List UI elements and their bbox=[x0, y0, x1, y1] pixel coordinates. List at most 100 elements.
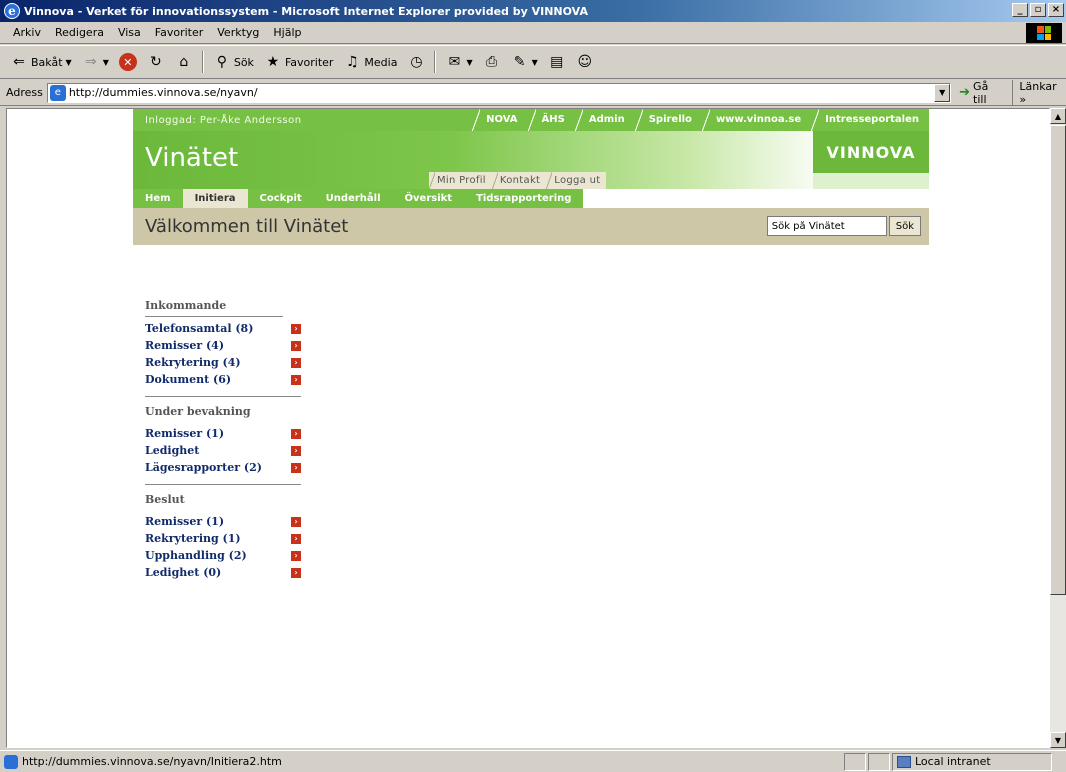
group-heading: Beslut bbox=[145, 493, 185, 506]
scroll-up-icon[interactable]: ▲ bbox=[1050, 108, 1066, 124]
refresh-button[interactable]: ↻ bbox=[143, 51, 169, 73]
status-cell bbox=[844, 752, 866, 771]
list-item[interactable]: Ledighet › bbox=[145, 442, 301, 459]
address-label: Adress bbox=[6, 86, 43, 99]
edit-icon: ✎ bbox=[513, 54, 526, 70]
browser-viewport: Inloggad: Per-Åke Andersson NOVA ÄHS Adm… bbox=[6, 108, 1050, 748]
top-link-spirello[interactable]: Spirello bbox=[634, 109, 702, 131]
arrow-right-icon[interactable]: › bbox=[291, 374, 301, 385]
address-dropdown-icon[interactable]: ▼ bbox=[934, 83, 951, 102]
mail-button[interactable]: ✉ ▼ bbox=[441, 51, 476, 73]
list-item[interactable]: Ledighet (0) › bbox=[145, 564, 301, 581]
nav-cockpit[interactable]: Cockpit bbox=[248, 189, 314, 208]
dropdown-icon: ▼ bbox=[102, 57, 109, 67]
top-link-admin[interactable]: Admin bbox=[574, 109, 635, 131]
menu-redigera[interactable]: Redigera bbox=[48, 26, 111, 39]
back-arrow-icon: ⇐ bbox=[13, 54, 25, 70]
arrow-right-icon[interactable]: › bbox=[291, 357, 301, 368]
site-search: Sök bbox=[766, 216, 921, 236]
dropdown-icon: ▼ bbox=[65, 57, 72, 67]
window-title: Vinnova - Verket för innovationssystem -… bbox=[24, 4, 588, 18]
top-links: NOVA ÄHS Admin Spirello www.vinnoa.se In… bbox=[472, 109, 929, 131]
print-button[interactable]: ⎙ bbox=[479, 51, 505, 73]
page-title: Välkommen till Vinätet bbox=[145, 216, 349, 237]
nav-underhall[interactable]: Underhåll bbox=[314, 189, 393, 208]
list-item[interactable]: Rekrytering (4) › bbox=[145, 354, 301, 371]
search-input[interactable] bbox=[766, 216, 887, 236]
messenger-button[interactable]: ☺ bbox=[572, 51, 598, 73]
main-nav: Hem Initiera Cockpit Underhåll Översikt … bbox=[133, 189, 929, 208]
address-url: http://dummies.vinnova.se/nyavn/ bbox=[68, 86, 258, 99]
vinnova-logo[interactable]: VINNOVA bbox=[813, 131, 929, 173]
back-button[interactable]: ⇐ Bakåt ▼ bbox=[6, 51, 76, 73]
sub-tab-kontakt[interactable]: Kontakt bbox=[491, 172, 547, 189]
list-item[interactable]: Remisser (1) › bbox=[145, 513, 301, 530]
window-titlebar: e Vinnova - Verket för innovationssystem… bbox=[0, 0, 1066, 22]
arrow-right-icon[interactable]: › bbox=[291, 550, 301, 561]
list-item[interactable]: Telefonsamtal (8) › bbox=[145, 320, 301, 337]
go-button[interactable]: ➔ Gå till bbox=[959, 80, 1004, 106]
toolbar-separator bbox=[201, 51, 204, 73]
list-item[interactable]: Lägesrapporter (2) › bbox=[145, 459, 301, 476]
vertical-scrollbar[interactable]: ▲ ▼ bbox=[1050, 108, 1066, 748]
ie-icon: e bbox=[4, 3, 20, 19]
address-input[interactable]: e http://dummies.vinnova.se/nyavn/ ▼ bbox=[46, 82, 952, 103]
menu-favoriter[interactable]: Favoriter bbox=[148, 26, 210, 39]
menu-hjalp[interactable]: Hjälp bbox=[266, 26, 308, 39]
top-link-intresseportalen[interactable]: Intresseportalen bbox=[811, 109, 929, 131]
security-zone: Local intranet bbox=[892, 752, 1052, 771]
group-beslut: Beslut Remisser (1) › Rekrytering (1) › Up… bbox=[145, 493, 301, 581]
list-item[interactable]: Dokument (6) › bbox=[145, 371, 301, 388]
list-item[interactable]: Upphandling (2) › bbox=[145, 547, 301, 564]
sub-tab-min-profil[interactable]: Min Profil bbox=[429, 172, 492, 189]
search-button[interactable]: ⚲ Sök bbox=[209, 51, 258, 73]
home-icon: ⌂ bbox=[179, 54, 189, 70]
forward-button[interactable]: ⇒ ▼ bbox=[78, 51, 113, 73]
top-link-www[interactable]: www.vinnoa.se bbox=[701, 109, 811, 131]
nav-initiera[interactable]: Initiera bbox=[182, 189, 248, 208]
forward-arrow-icon: ⇒ bbox=[84, 54, 97, 70]
site-header: Vinätet Min Profil Kontakt Logga ut VINN… bbox=[133, 131, 929, 189]
search-submit-button[interactable]: Sök bbox=[888, 216, 921, 236]
sub-tab-logga-ut[interactable]: Logga ut bbox=[546, 172, 607, 189]
history-button[interactable]: ◷ bbox=[403, 51, 429, 73]
minimize-button[interactable]: _ bbox=[1012, 3, 1028, 17]
nav-oversikt[interactable]: Översikt bbox=[393, 189, 465, 208]
arrow-right-icon[interactable]: › bbox=[291, 428, 301, 439]
page-icon bbox=[4, 754, 18, 769]
arrow-right-icon[interactable]: › bbox=[291, 445, 301, 456]
scroll-down-icon[interactable]: ▼ bbox=[1050, 732, 1066, 748]
top-link-ahs[interactable]: ÄHS bbox=[527, 109, 575, 131]
nav-hem[interactable]: Hem bbox=[133, 189, 183, 208]
page-icon: e bbox=[49, 84, 66, 101]
home-button[interactable]: ⌂ bbox=[171, 51, 197, 73]
favorites-button[interactable]: ★ Favoriter bbox=[260, 51, 337, 73]
search-icon: ⚲ bbox=[216, 54, 227, 70]
intranet-icon bbox=[897, 755, 911, 768]
list-item[interactable]: Remisser (4) › bbox=[145, 337, 301, 354]
close-button[interactable]: × bbox=[1048, 3, 1064, 17]
media-button[interactable]: ♫ Media bbox=[339, 51, 401, 73]
nav-tidsrapportering[interactable]: Tidsrapportering bbox=[464, 189, 583, 208]
list-item[interactable]: Rekrytering (1) › bbox=[145, 530, 301, 547]
arrow-right-icon[interactable]: › bbox=[291, 462, 301, 473]
maximize-button[interactable]: ▫ bbox=[1030, 3, 1046, 17]
menu-verktyg[interactable]: Verktyg bbox=[210, 26, 266, 39]
arrow-right-icon[interactable]: › bbox=[291, 323, 301, 334]
stop-button[interactable]: ✕ bbox=[115, 51, 141, 73]
top-link-nova[interactable]: NOVA bbox=[472, 109, 527, 131]
group-under-bevakning: Under bevakning Remisser (1) › Ledighet › … bbox=[145, 405, 301, 485]
toolbar-separator bbox=[434, 51, 437, 73]
page: Inloggad: Per-Åke Andersson NOVA ÄHS Adm… bbox=[133, 109, 929, 245]
edit-button[interactable]: ✎ ▼ bbox=[507, 51, 542, 73]
arrow-right-icon[interactable]: › bbox=[291, 516, 301, 527]
arrow-right-icon[interactable]: › bbox=[291, 340, 301, 351]
arrow-right-icon[interactable]: › bbox=[291, 567, 301, 578]
menu-arkiv[interactable]: Arkiv bbox=[6, 26, 48, 39]
discuss-button[interactable]: ▤ bbox=[544, 51, 570, 73]
menu-visa[interactable]: Visa bbox=[111, 26, 148, 39]
arrow-right-icon[interactable]: › bbox=[291, 533, 301, 544]
list-item[interactable]: Remisser (1) › bbox=[145, 425, 301, 442]
scroll-thumb[interactable] bbox=[1050, 125, 1066, 595]
links-button[interactable]: Länkar » bbox=[1012, 79, 1066, 106]
